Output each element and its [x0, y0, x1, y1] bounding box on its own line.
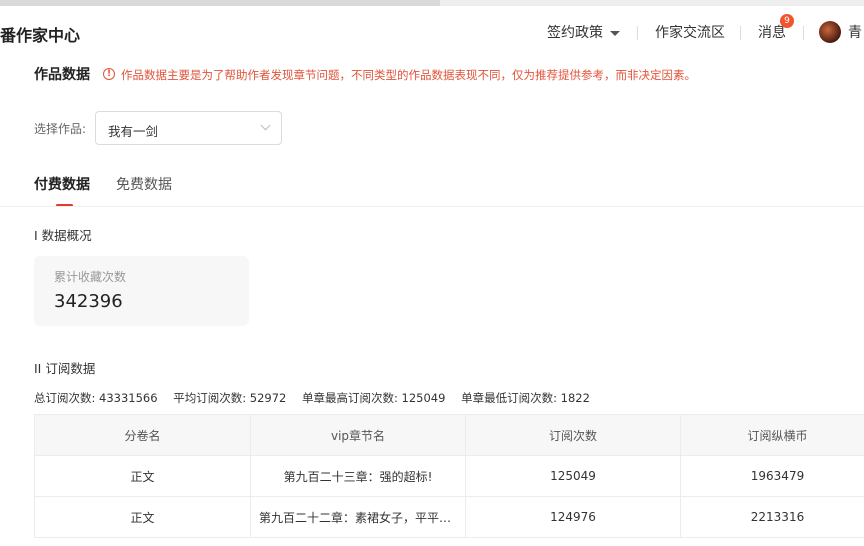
work-select[interactable]: 我有一剑 — [95, 111, 282, 145]
max-chapter-subscriptions: 单章最高订阅次数: 125049 — [302, 391, 446, 405]
message-count-badge: 9 — [780, 14, 794, 28]
table-cell: 正文 — [34, 455, 251, 497]
nav-divider — [637, 26, 638, 40]
subscription-section-title: II 订阅数据 — [34, 361, 96, 376]
column-header: vip章节名 — [250, 414, 466, 456]
nav-sign-policy[interactable]: 签约政策 — [547, 6, 620, 58]
tab-free-data[interactable]: 免费数据 — [116, 174, 172, 194]
tab-paid-data[interactable]: 付费数据 — [34, 174, 90, 194]
subscription-summary: 总订阅次数: 43331566 平均订阅次数: 52972 单章最高订阅次数: … — [34, 390, 602, 406]
table-cell: 124976 — [465, 496, 681, 538]
table-cell: 第九百二十二章：素裙女子，平平无奇 — [250, 496, 466, 538]
nav-divider — [740, 26, 741, 40]
table-row: 正文 第九百二十三章：强的超标! 125049 1963479 — [34, 455, 864, 497]
page-title: 作品数据 — [34, 67, 90, 83]
user-name[interactable]: 青 — [848, 22, 862, 42]
favorites-stat-value: 342396 — [54, 291, 123, 312]
overview-section-title: I 数据概况 — [34, 228, 92, 243]
caret-down-icon — [610, 30, 620, 36]
column-header: 订阅纵横币 — [680, 414, 864, 456]
table-cell: 125049 — [465, 455, 681, 497]
work-select-value: 我有一剑 — [108, 124, 159, 139]
favorites-stat-card: 累计收藏次数 342396 — [34, 256, 249, 326]
table-cell: 第九百二十三章：强的超标! — [250, 455, 466, 497]
min-chapter-subscriptions: 单章最低订阅次数: 1822 — [461, 391, 590, 405]
nav-messages[interactable]: 消息 — [758, 6, 786, 58]
favorites-stat-label: 累计收藏次数 — [54, 270, 127, 284]
column-header: 分卷名 — [34, 414, 251, 456]
table-cell: 1963479 — [680, 455, 864, 497]
table-row: 正文 第九百二十二章：素裙女子，平平无奇 124976 2213316 — [34, 496, 864, 538]
nav-divider — [803, 26, 804, 40]
site-logo[interactable]: 番作家中心 — [0, 22, 80, 46]
notice-text: 作品数据主要是为了帮助作者发现章节问题，不同类型的作品数据表现不同，仅为推荐提供… — [121, 68, 696, 82]
work-select-label: 选择作品: — [34, 122, 87, 136]
column-header: 订阅次数 — [465, 414, 681, 456]
nav-community[interactable]: 作家交流区 — [655, 6, 725, 58]
nav-sign-policy-label: 签约政策 — [547, 25, 603, 41]
table-cell: 正文 — [34, 496, 251, 538]
subscription-table: 分卷名 vip章节名 订阅次数 订阅纵横币 正文 第九百二十三章：强的超标! 1… — [34, 414, 864, 538]
total-subscriptions: 总订阅次数: 43331566 — [34, 391, 158, 405]
tabs-divider — [0, 206, 864, 207]
warning-icon: ! — [103, 68, 115, 80]
average-subscriptions: 平均订阅次数: 52972 — [173, 391, 287, 405]
user-avatar[interactable] — [819, 21, 841, 43]
table-header-row: 分卷名 vip章节名 订阅次数 订阅纵横币 — [34, 414, 864, 456]
chevron-down-icon — [260, 120, 271, 131]
header: 番作家中心 签约政策 作家交流区 消息 9 青 — [0, 6, 864, 58]
table-cell: 2213316 — [680, 496, 864, 538]
